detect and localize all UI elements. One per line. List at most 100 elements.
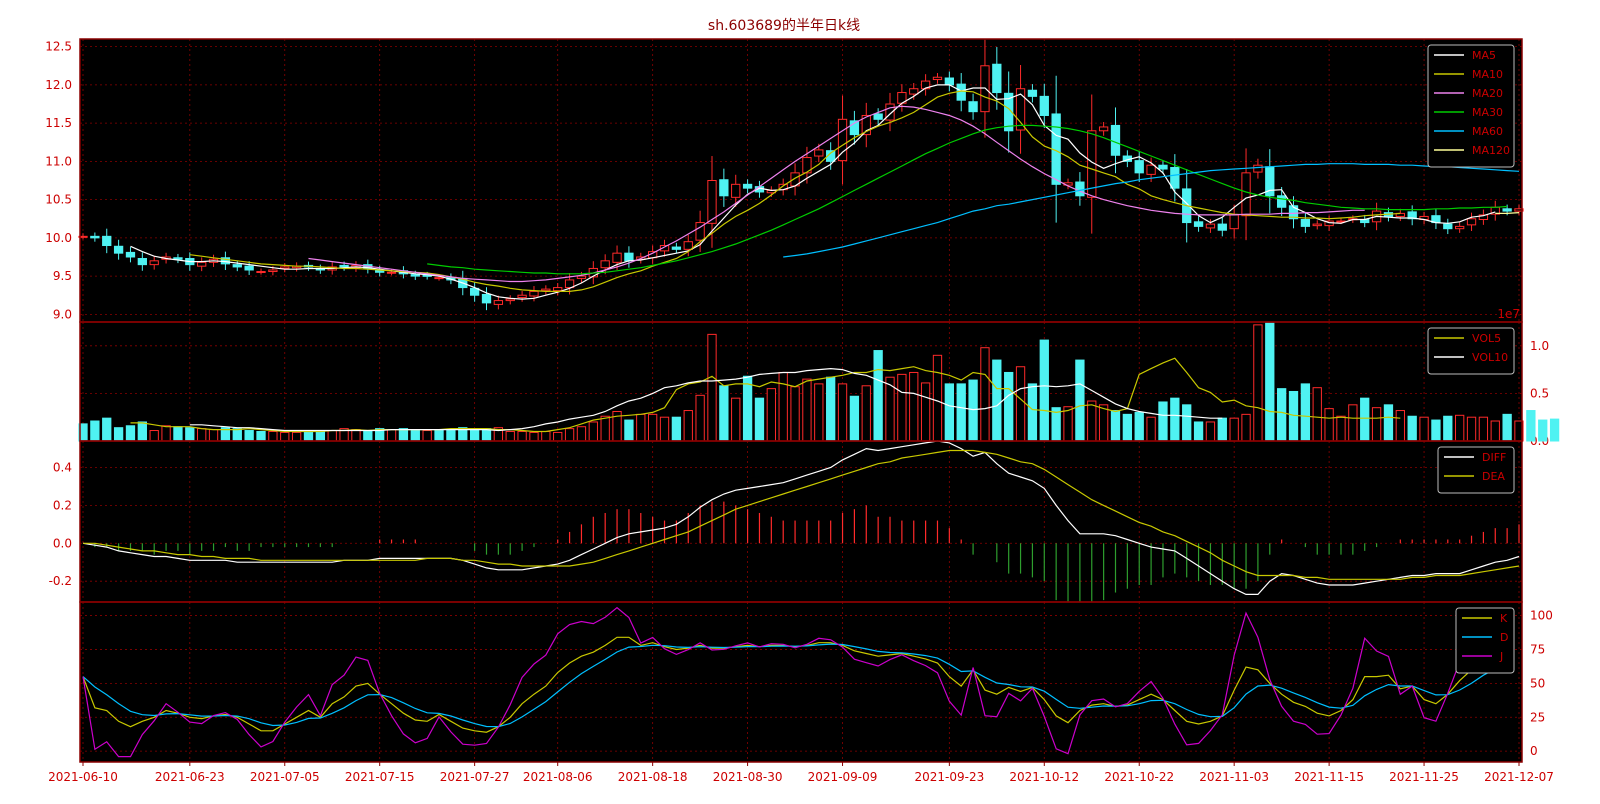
volume-bar xyxy=(944,383,955,442)
candle-body xyxy=(1075,181,1085,197)
legend-label: MA20 xyxy=(1472,87,1503,100)
x-tick-label: 2021-08-06 xyxy=(523,770,593,784)
y-tick-label: 0.4 xyxy=(53,461,72,475)
volume-bar xyxy=(363,430,373,442)
volume-bar xyxy=(920,382,931,442)
volume-bar xyxy=(208,429,219,442)
volume-bar xyxy=(244,430,254,442)
candle-body xyxy=(1039,95,1049,116)
volume-bar xyxy=(280,431,290,442)
candle-body xyxy=(339,264,349,268)
volume-bar xyxy=(1087,400,1097,442)
volume-bar xyxy=(1383,404,1394,442)
chart-title: sh.603689的半年日k线 xyxy=(708,18,860,34)
candle-body xyxy=(1134,160,1144,174)
volume-bar xyxy=(861,385,871,442)
volume-bar xyxy=(1039,339,1049,442)
x-tick-label: 2021-11-25 xyxy=(1389,770,1459,784)
candle-body xyxy=(90,235,100,239)
volume-bar xyxy=(647,413,658,442)
volume-bar xyxy=(197,428,207,442)
candle-body xyxy=(434,277,444,280)
volume-bar xyxy=(398,428,409,442)
volume-bar xyxy=(897,373,907,442)
x-tick-label: 2021-12-07 xyxy=(1484,770,1554,784)
candle-body xyxy=(909,88,919,95)
x-tick-label: 2021-10-12 xyxy=(1009,770,1079,784)
volume-bar xyxy=(386,429,397,442)
volume-bar xyxy=(1276,388,1287,442)
volume-bar xyxy=(754,397,765,442)
volume-bar xyxy=(1253,324,1263,442)
volume-bar xyxy=(327,430,337,442)
volume-bar xyxy=(1455,414,1465,442)
volume-bar xyxy=(600,415,610,442)
y-tick-label: 0.5 xyxy=(1530,386,1549,400)
volume-bar xyxy=(125,425,136,442)
volume-bar xyxy=(469,428,480,442)
volume-bar xyxy=(1443,415,1453,442)
candle-body xyxy=(1466,218,1477,226)
volume-bar xyxy=(1110,410,1121,442)
candle-body xyxy=(719,179,729,197)
legend-label: DIFF xyxy=(1482,451,1506,464)
volume-bar xyxy=(742,375,753,442)
y-tick-label: 11.0 xyxy=(45,154,72,168)
y-tick-label: 25 xyxy=(1530,710,1545,724)
x-tick-label: 2021-07-15 xyxy=(345,770,415,784)
candle-body xyxy=(149,260,159,266)
volume-bar xyxy=(1134,411,1144,442)
candle-body xyxy=(1241,172,1251,217)
volume-bar xyxy=(1360,397,1370,442)
candle-body xyxy=(1229,214,1239,230)
legend-label: MA5 xyxy=(1472,49,1496,62)
volume-bar xyxy=(1419,416,1429,442)
candle-body xyxy=(731,183,741,198)
volume-exponent-label: 1e7 xyxy=(1497,307,1520,321)
volume-bar xyxy=(992,359,1002,442)
y-tick-label: 50 xyxy=(1530,676,1545,690)
volume-bar xyxy=(624,419,634,442)
volume-bar xyxy=(1182,404,1192,442)
candle-body xyxy=(1300,219,1311,227)
volume-bar xyxy=(1027,383,1038,442)
volume-bar xyxy=(553,431,563,442)
volume-bar xyxy=(410,429,420,442)
volume-bar xyxy=(814,383,824,442)
volume-bar xyxy=(1324,408,1334,442)
candle-body xyxy=(256,271,266,274)
candle-body xyxy=(944,77,955,86)
volume-bar xyxy=(102,417,112,442)
volume-bar xyxy=(256,430,266,442)
candle-body xyxy=(624,252,634,262)
volume-bar xyxy=(481,428,492,442)
candle-body xyxy=(232,264,242,268)
kline-chart: sh.603689的半年日k线 9.0 9.5 10.0 10.5 11.0 11.5 12… xyxy=(0,0,1600,800)
candle-body xyxy=(1276,195,1287,208)
candle-body xyxy=(102,235,112,247)
volume-bar xyxy=(873,350,883,442)
volume-bar xyxy=(185,427,195,442)
volume-bar xyxy=(778,371,788,442)
volume-bar xyxy=(766,388,776,442)
candle-body xyxy=(1312,223,1322,227)
candle-body xyxy=(683,241,693,250)
legend-label: MA10 xyxy=(1472,68,1503,81)
volume-bar xyxy=(422,430,432,442)
volume-bar xyxy=(1288,390,1299,442)
y-tick-label: 100 xyxy=(1530,609,1553,623)
chart-svg: sh.603689的半年日k线 9.0 9.5 10.0 10.5 11.0 11.5 12… xyxy=(45,18,1560,784)
x-tick-label: 2021-06-23 xyxy=(155,770,225,784)
volume-bar xyxy=(1431,419,1441,442)
volume-bar xyxy=(161,425,171,442)
candle-body xyxy=(244,265,254,271)
candle-body xyxy=(386,271,397,274)
y-tick-label: 9.5 xyxy=(53,269,72,283)
volume-bar xyxy=(90,420,100,442)
candle-body xyxy=(137,258,147,266)
volume-bar xyxy=(1526,410,1536,442)
volume-bar xyxy=(1407,415,1417,442)
y-tick-label: -0.2 xyxy=(49,574,72,588)
volume-bar xyxy=(1015,366,1026,442)
y-tick-label: 9.0 xyxy=(53,307,72,321)
